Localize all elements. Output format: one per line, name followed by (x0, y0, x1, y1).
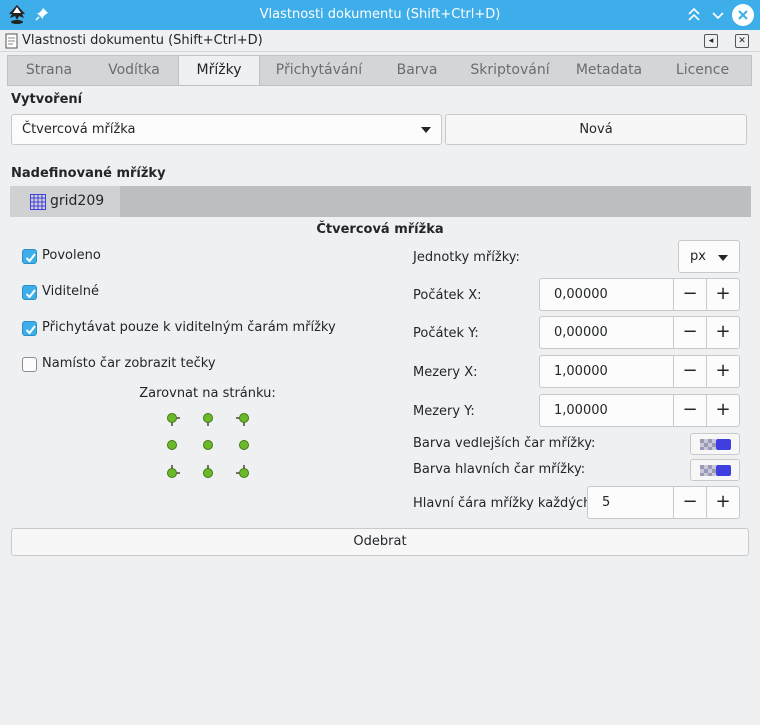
tab-mrizky[interactable]: Mřížky (178, 56, 260, 85)
grid-type-value: Čtvercová mřížka (22, 122, 136, 137)
tab-strana[interactable]: Strana (8, 56, 90, 85)
chevron-down-icon (421, 127, 431, 133)
spacing-y-decrement-button[interactable]: − (673, 395, 706, 426)
tab-voditka[interactable]: Vodítka (90, 56, 178, 85)
anchor-bottom-center[interactable] (203, 465, 213, 478)
spacing-x-decrement-button[interactable]: − (673, 356, 706, 387)
grid-type-select[interactable]: Čtvercová mřížka (11, 114, 442, 145)
anchor-top-right[interactable] (236, 413, 249, 427)
dots-label: Namísto čar zobrazit tečky (42, 356, 216, 371)
minimize-icon[interactable] (708, 5, 728, 25)
align-anchor-grid (167, 413, 249, 478)
spacing-y-value[interactable]: 1,00000 (554, 403, 608, 418)
dock-close-icon: ✕ (738, 36, 746, 46)
major-color-button[interactable] (690, 459, 740, 481)
snap-visible-label: Přichytávat pouze k viditelným čarám mří… (42, 320, 336, 335)
tab-skriptovani[interactable]: Skriptování (456, 56, 564, 85)
minor-color-button[interactable] (690, 433, 740, 455)
origin-x-spinbox[interactable]: 0,00000 − + (539, 278, 740, 311)
remove-grid-button[interactable]: Odebrat (11, 528, 749, 556)
checkbox-unchecked-icon (22, 357, 37, 372)
color-swatch-icon (700, 439, 731, 450)
checkbox-checked-icon (22, 249, 37, 264)
chevron-down-icon (718, 255, 728, 261)
enabled-label: Povoleno (42, 248, 101, 263)
visible-label: Viditelné (42, 284, 100, 299)
dock-float-button[interactable]: ◂ (704, 34, 718, 48)
origin-x-label: Počátek X: (413, 288, 482, 303)
tab-licence[interactable]: Licence (654, 56, 751, 85)
major-every-value[interactable]: 5 (602, 495, 610, 510)
window-titlebar: Vlastnosti dokumentu (Shift+Ctrl+D) (0, 0, 760, 30)
document-properties-icon (5, 33, 18, 49)
origin-y-spinbox[interactable]: 0,00000 − + (539, 316, 740, 349)
spacing-y-label: Mezery Y: (413, 404, 475, 419)
origin-x-increment-button[interactable]: + (706, 279, 739, 310)
tab-bar: Strana Vodítka Mřížky Přichytávání Barva… (7, 55, 752, 86)
anchor-middle-left[interactable] (167, 440, 177, 450)
origin-x-decrement-button[interactable]: − (673, 279, 706, 310)
anchor-bottom-left[interactable] (167, 465, 181, 478)
grid-heading: Čtvercová mřížka (316, 222, 444, 237)
creation-label: Vytvoření (11, 92, 83, 107)
tab-metadata[interactable]: Metadata (564, 56, 654, 85)
origin-y-label: Počátek Y: (413, 326, 479, 341)
spacing-x-label: Mezery X: (413, 365, 478, 380)
major-color-label: Barva hlavních čar mřížky: (413, 462, 586, 477)
checkbox-checked-icon (22, 285, 37, 300)
origin-y-decrement-button[interactable]: − (673, 317, 706, 348)
major-every-label: Hlavní čára mřížky každých: (413, 496, 596, 511)
align-label: Zarovnat na stránku: (139, 386, 276, 401)
spacing-x-increment-button[interactable]: + (706, 356, 739, 387)
minor-color-label: Barva vedlejších čar mřížky: (413, 436, 596, 451)
checkbox-checked-icon (22, 321, 37, 336)
color-swatch-icon (700, 465, 731, 476)
defined-grids-label: Nadefinované mřížky (11, 166, 166, 181)
anchor-top-left[interactable] (167, 413, 181, 427)
spacing-y-spinbox[interactable]: 1,00000 − + (539, 394, 740, 427)
anchor-bottom-right[interactable] (236, 465, 249, 478)
close-button[interactable] (732, 4, 754, 26)
units-value: px (690, 249, 706, 264)
defined-grids-tabbar: grid209 (10, 186, 751, 217)
major-every-increment-button[interactable]: + (706, 487, 739, 518)
tab-grid209[interactable]: grid209 (10, 186, 120, 217)
spacing-x-value[interactable]: 1,00000 (554, 364, 608, 379)
units-label: Jednotky mřížky: (413, 250, 520, 265)
float-icon: ◂ (708, 36, 714, 46)
window-title: Vlastnosti dokumentu (Shift+Ctrl+D) (259, 7, 501, 22)
keep-above-icon[interactable] (684, 5, 704, 25)
anchor-center[interactable] (203, 440, 213, 450)
units-select[interactable]: px (678, 240, 740, 273)
spacing-y-increment-button[interactable]: + (706, 395, 739, 426)
grid-name: grid209 (50, 193, 105, 209)
tab-barva[interactable]: Barva (378, 56, 456, 85)
grid-icon (30, 194, 46, 210)
anchor-middle-right[interactable] (239, 440, 249, 450)
major-every-spinbox[interactable]: 5 − + (587, 486, 740, 519)
origin-y-increment-button[interactable]: + (706, 317, 739, 348)
anchor-top-center[interactable] (203, 413, 213, 427)
dock-title: Vlastnosti dokumentu (Shift+Ctrl+D) (22, 33, 263, 48)
origin-x-value[interactable]: 0,00000 (554, 287, 608, 302)
origin-y-value[interactable]: 0,00000 (554, 325, 608, 340)
tab-prichytavani[interactable]: Přichytávání (260, 56, 378, 85)
new-grid-button[interactable]: Nová (445, 114, 747, 145)
dock-header: Vlastnosti dokumentu (Shift+Ctrl+D) ◂ ✕ (0, 30, 760, 52)
major-every-decrement-button[interactable]: − (673, 487, 706, 518)
dock-close-button[interactable]: ✕ (735, 34, 749, 48)
spacing-x-spinbox[interactable]: 1,00000 − + (539, 355, 740, 388)
close-icon (738, 10, 748, 20)
